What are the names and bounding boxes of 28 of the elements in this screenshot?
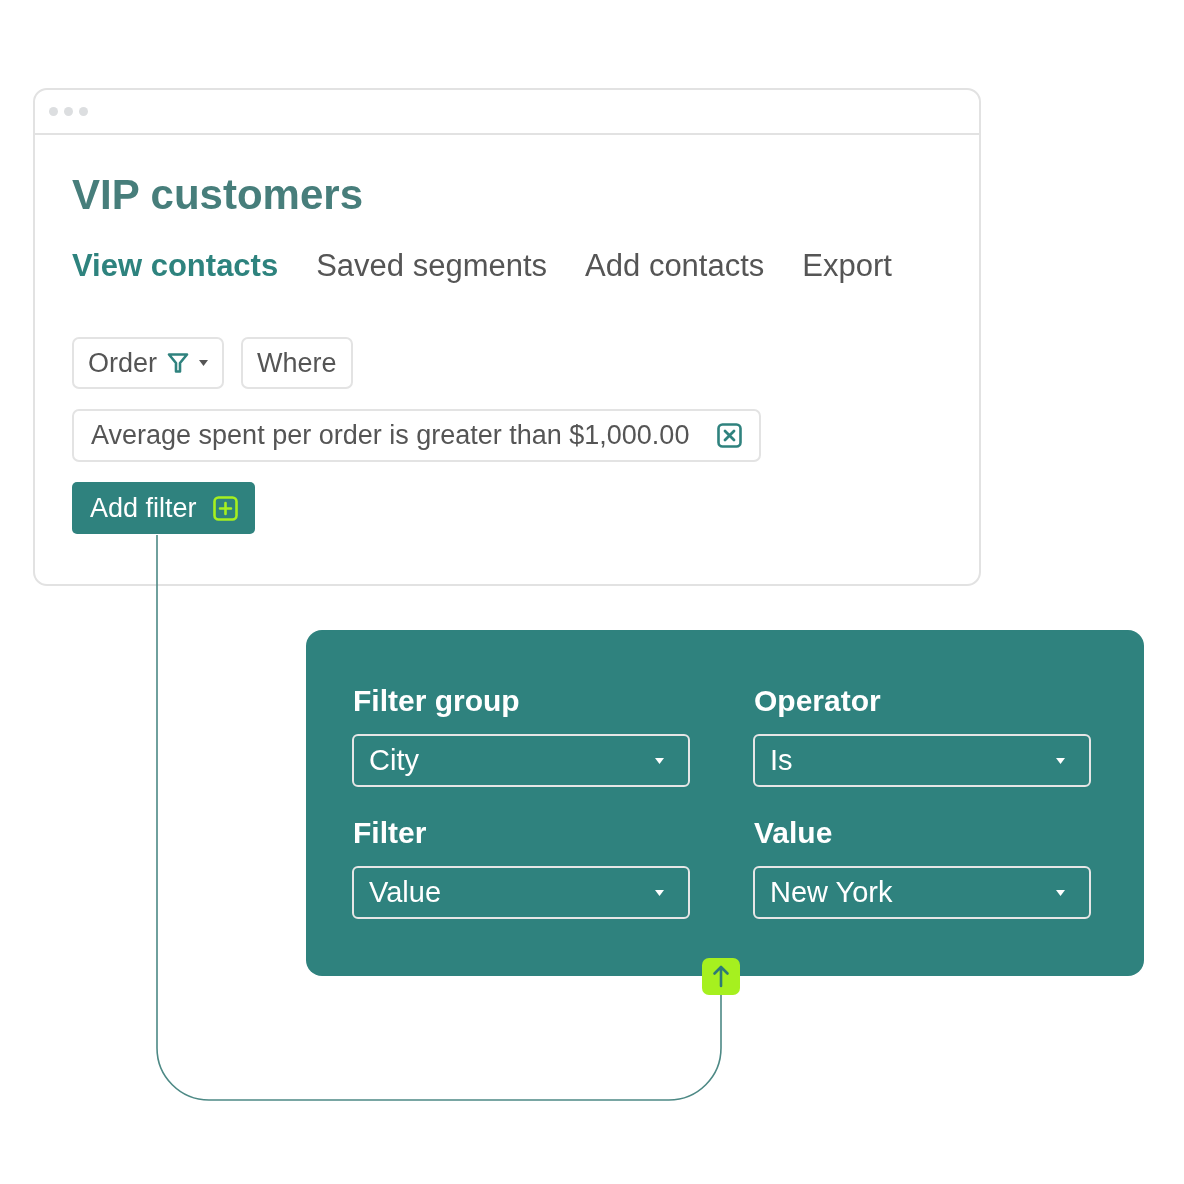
filter-chip-text: Average spent per order is greater than $1,000.00 bbox=[91, 420, 690, 451]
query-button[interactable]: Where bbox=[241, 337, 353, 389]
select-field[interactable]: Is bbox=[753, 734, 1091, 787]
tab[interactable]: View contacts bbox=[72, 248, 279, 284]
select-field[interactable]: New York bbox=[753, 866, 1091, 919]
tab[interactable]: Add contacts bbox=[585, 248, 765, 284]
field-label: Filter bbox=[352, 815, 427, 851]
field-label: Operator bbox=[753, 683, 881, 719]
plus-square-icon bbox=[212, 495, 238, 521]
caret-icon bbox=[655, 889, 664, 896]
tab[interactable]: Saved segments bbox=[316, 248, 548, 284]
tab[interactable]: Export bbox=[802, 248, 892, 284]
caret-icon bbox=[1056, 889, 1065, 896]
close-icon[interactable] bbox=[717, 423, 742, 448]
window-dot-icon bbox=[49, 107, 58, 116]
select-field[interactable]: Value bbox=[352, 866, 690, 919]
select-field[interactable]: City bbox=[352, 734, 690, 787]
caret-icon bbox=[199, 360, 209, 366]
add-filter-button[interactable]: Add filter bbox=[72, 482, 255, 534]
funnel-icon bbox=[167, 352, 190, 374]
dropdown-button[interactable]: Order bbox=[72, 337, 225, 389]
caret-icon bbox=[655, 757, 664, 764]
page-title: VIP customers bbox=[72, 171, 364, 219]
window-dot-icon bbox=[64, 107, 73, 116]
field-label: Filter group bbox=[352, 683, 520, 719]
caret-icon bbox=[1056, 757, 1065, 764]
window-dot-icon bbox=[79, 107, 88, 116]
field-label: Value bbox=[753, 815, 833, 851]
